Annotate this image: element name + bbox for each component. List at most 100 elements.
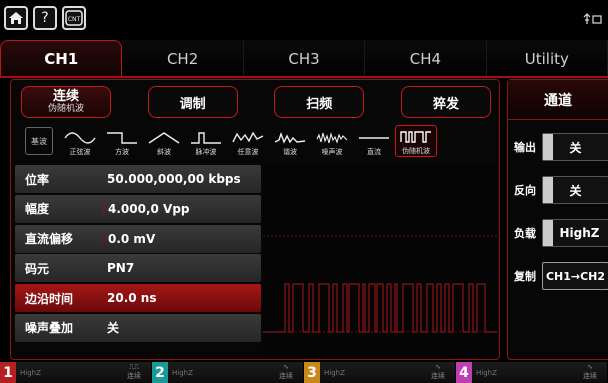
output-row: 输出 关: [514, 132, 608, 162]
param-offset-value: 0.0 mV: [103, 231, 155, 246]
wave-prbs-button[interactable]: 伪随机波: [395, 125, 437, 157]
wave-noise-button[interactable]: 噪声波: [311, 125, 353, 157]
tab-utility[interactable]: Utility: [486, 40, 608, 77]
mode-burst-button[interactable]: 猝发: [400, 86, 491, 118]
param-edge-time-label: 边沿时间: [25, 291, 74, 306]
channel-2-status[interactable]: 2 HighZ ∿ 连续: [152, 362, 304, 383]
wave-noise-label: 噪声波: [321, 148, 343, 156]
channel-4-mode: 连续: [583, 372, 597, 380]
output-toggle-knob: [543, 134, 553, 160]
param-code[interactable]: 码元 PN7: [15, 254, 261, 283]
load-row: 负载 HighZ: [514, 218, 608, 248]
channel-3-mode: 连续: [431, 372, 445, 380]
channel-2-load: HighZ: [172, 368, 193, 377]
tab-ch2[interactable]: CH2: [122, 40, 244, 77]
parameter-list: 位率 50.000,000,00 kbps 幅度 4.000,0 Vpp 直流偏…: [15, 165, 261, 344]
pulse-icon: [191, 132, 221, 144]
channel-status-bar: 1 HighZ ⎍⎍ 连续 2 HighZ ∿ 连续 3 HighZ ∿ 连续 …: [0, 362, 608, 383]
help-icon[interactable]: ?: [33, 6, 57, 30]
param-noise-label: 噪声叠加: [25, 321, 74, 336]
wave-sine-button[interactable]: 正弦波: [59, 125, 101, 157]
mode-continuous-label: 连续: [52, 89, 79, 104]
wave-dc-label: 直流: [367, 148, 381, 156]
wave-sine-label: 正弦波: [69, 148, 91, 156]
channel-panel-title: 通道: [508, 80, 608, 120]
channel-4-status[interactable]: 4 HighZ ∿ 连续: [456, 362, 608, 383]
tab-ch1[interactable]: CH1: [0, 40, 123, 77]
channel-2-number: 2: [152, 362, 168, 383]
channel-3-wave: ∿ 连续: [431, 363, 445, 381]
channel-1-wave: ⎍⎍ 连续: [127, 363, 141, 381]
channel-2-sine-icon: ∿: [283, 363, 289, 371]
mode-modulation-button[interactable]: 调制: [147, 86, 238, 118]
output-toggle[interactable]: 关: [542, 133, 608, 161]
invert-label: 反向: [514, 184, 536, 197]
waveform-selector: 基波 正弦波 方波 斜波 脉冲波 任意波 谐波 噪声波 直流 伪随机波: [25, 125, 495, 157]
channel-1-status[interactable]: 1 HighZ ⎍⎍ 连续: [0, 362, 152, 383]
wave-arbitrary-button[interactable]: 任意波: [227, 125, 269, 157]
invert-row: 反向 关: [514, 175, 608, 205]
invert-toggle-knob: [543, 177, 553, 203]
wave-arbitrary-label: 任意波: [237, 148, 259, 156]
noise-icon: [316, 131, 348, 144]
wave-dc-button[interactable]: 直流: [353, 125, 395, 157]
prbs-waveform: [263, 235, 497, 333]
param-bitrate-label: 位率: [25, 172, 50, 187]
channel-3-load: HighZ: [324, 368, 345, 377]
channel-3-status[interactable]: 3 HighZ ∿ 连续: [304, 362, 456, 383]
sine-icon: [64, 132, 96, 144]
load-button[interactable]: HighZ: [542, 219, 608, 247]
wave-pulse-label: 脉冲波: [195, 148, 217, 156]
channel-3-sine-icon: ∿: [435, 363, 441, 371]
base-wave-button[interactable]: 基波: [25, 127, 53, 155]
copy-row: 复制 CH1→CH2: [514, 261, 608, 291]
mode-sweep-button[interactable]: 扫频: [274, 86, 365, 118]
wave-square-button[interactable]: 方波: [101, 125, 143, 157]
waveform-display: [263, 164, 497, 358]
channel-4-wave: ∿ 连续: [583, 363, 597, 381]
channel-2-mode: 连续: [279, 372, 293, 380]
param-amplitude-value: 4.000,0 Vpp: [103, 201, 190, 216]
mode-continuous-sub: 伪随机波: [47, 104, 84, 114]
channel-1-mode: 连续: [127, 372, 141, 380]
channel-tabs: CH1 CH2 CH3 CH4 Utility: [0, 40, 608, 77]
output-value: 关: [569, 140, 582, 155]
dc-icon: [359, 137, 389, 139]
channel-1-load: HighZ: [20, 368, 41, 377]
copy-label: 复制: [514, 270, 536, 283]
tab-ch4[interactable]: CH4: [365, 40, 487, 77]
wave-pulse-button[interactable]: 脉冲波: [185, 125, 227, 157]
tab-ch3[interactable]: CH3: [243, 40, 366, 77]
cnt-icon[interactable]: CNT: [62, 6, 86, 30]
channel-2-wave: ∿ 连续: [279, 363, 293, 381]
output-label: 输出: [514, 141, 536, 154]
load-toggle-knob: [543, 220, 553, 246]
param-noise-value: 关: [107, 320, 120, 335]
square-icon: [107, 132, 137, 144]
wave-harmonic-button[interactable]: 谐波: [269, 125, 311, 157]
home-icon[interactable]: [4, 6, 28, 30]
param-amplitude[interactable]: 幅度 4.000,0 Vpp: [15, 194, 261, 223]
channel-4-sine-icon: ∿: [587, 363, 593, 371]
wave-square-label: 方波: [115, 148, 129, 156]
channel-1-number: 1: [0, 362, 16, 383]
param-amplitude-label: 幅度: [25, 202, 50, 217]
param-noise[interactable]: 噪声叠加 关: [15, 313, 261, 342]
mode-buttons: 连续 伪随机波 调制 扫频 猝发: [21, 86, 491, 120]
arbitrary-icon: [232, 131, 264, 143]
channel-1-prbs-icon: ⎍⎍: [129, 363, 139, 371]
channel-4-load: HighZ: [476, 368, 497, 377]
param-code-label: 码元: [25, 261, 50, 276]
channel-3-number: 3: [304, 362, 320, 383]
mode-continuous-button[interactable]: 连续 伪随机波: [21, 86, 111, 118]
wave-ramp-button[interactable]: 斜波: [143, 125, 185, 157]
param-edge-time[interactable]: 边沿时间 20.0 ns: [15, 284, 261, 313]
wave-harmonic-label: 谐波: [283, 148, 297, 156]
param-bitrate-value: 50.000,000,00 kbps: [107, 172, 241, 186]
param-bitrate[interactable]: 位率 50.000,000,00 kbps: [15, 165, 261, 193]
status-bar: ? CNT: [0, 0, 608, 40]
copy-button[interactable]: CH1→CH2: [542, 262, 608, 290]
param-offset[interactable]: 直流偏移 0.0 mV: [15, 224, 261, 253]
wave-prbs-label: 伪随机波: [402, 147, 430, 155]
invert-toggle[interactable]: 关: [542, 176, 608, 204]
